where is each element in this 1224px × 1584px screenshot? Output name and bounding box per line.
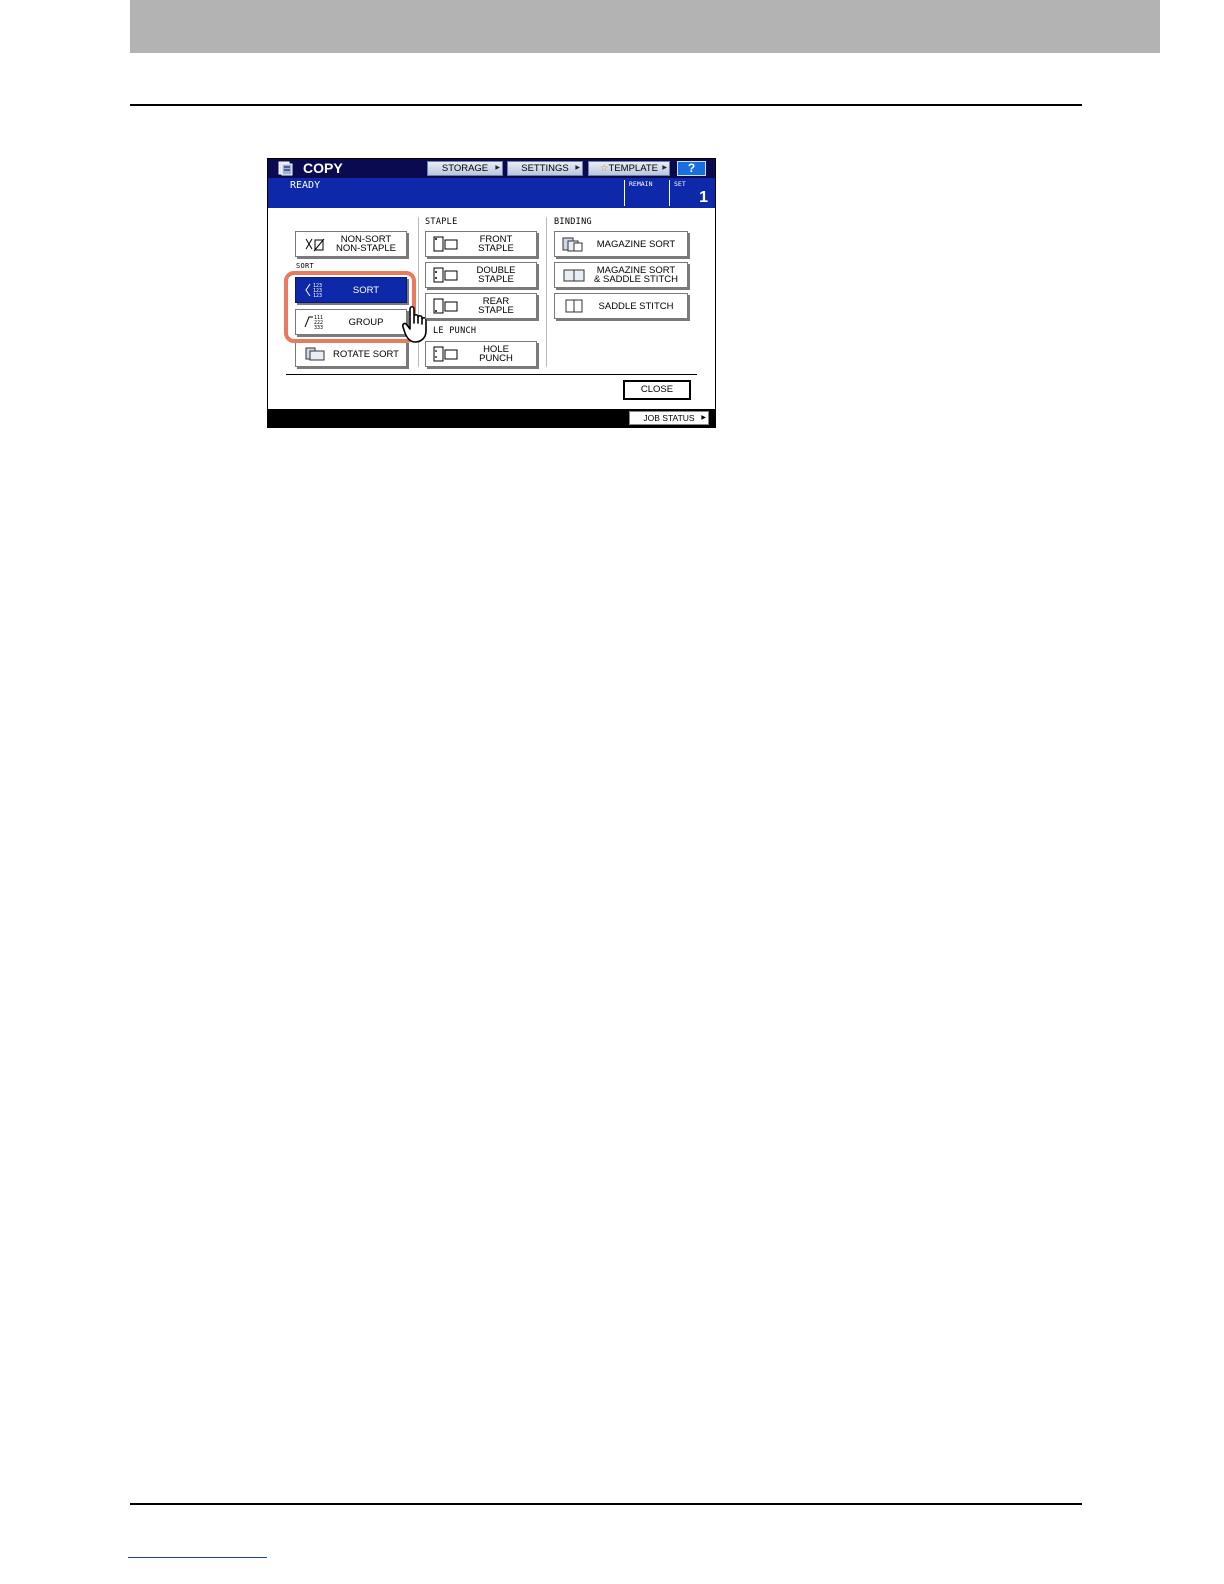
saddle-stitch-button[interactable]: SADDLE STITCH [554, 293, 688, 319]
star-icon: ☆ [600, 163, 609, 174]
front-staple-label: FRONT STAPLE [478, 234, 514, 254]
status-message: READY [290, 180, 321, 191]
rear-staple-icon [433, 298, 458, 314]
copy-touch-panel: COPY STORAGE ▶ SETTINGS ▶ ☆TEMPLATE ▶ ? … [267, 158, 716, 428]
magazine-saddle-label: MAGAZINE SORT & SADDLE STITCH [594, 265, 678, 285]
remain-label: REMAIN [629, 180, 653, 188]
arrow-icon: ▶ [575, 165, 580, 171]
window-title: COPY [303, 160, 343, 176]
magazine-sort-saddle-stitch-button[interactable]: MAGAZINE SORT & SADDLE STITCH [554, 262, 688, 288]
storage-button[interactable]: STORAGE ▶ [427, 161, 503, 176]
staple-section-label: STAPLE [425, 217, 458, 227]
double-staple-label: DOUBLE STAPLE [476, 265, 516, 285]
set-count: 1 [699, 189, 708, 206]
footer-link-underline[interactable] [128, 1557, 267, 1558]
divider [546, 217, 547, 367]
job-status-label: JOB STATUS [643, 413, 695, 423]
selection-highlight [284, 271, 416, 343]
open-book-icon [565, 299, 583, 313]
magazine-sort-label: MAGAZINE SORT [596, 238, 676, 250]
rear-staple-label: REAR STAPLE [478, 296, 514, 316]
non-sort-label: NON-SORT NON-STAPLE [335, 234, 396, 254]
title-bar: COPY STORAGE ▶ SETTINGS ▶ ☆TEMPLATE ▶ ? [268, 159, 715, 178]
hole-punch-section-label: LE PUNCH [433, 326, 477, 336]
rotate-sort-icon [305, 347, 325, 361]
footer-rule [130, 1503, 1082, 1505]
template-label: TEMPLATE [608, 163, 658, 174]
booklet-icon [563, 269, 585, 282]
job-status-button[interactable]: JOB STATUS ▶ [629, 411, 709, 425]
magazine-sort-button[interactable]: MAGAZINE SORT [554, 231, 688, 257]
sort-section-label: SORT [296, 262, 315, 270]
footer-divider [286, 374, 697, 375]
magazine-sort-icon [562, 237, 583, 252]
arrow-icon: ▶ [701, 415, 706, 421]
binding-section-label: BINDING [554, 217, 592, 227]
hole-punch-label: HOLE PUNCH [479, 344, 513, 364]
hole-punch-button[interactable]: HOLE PUNCH [425, 341, 537, 367]
set-label: SET [674, 180, 686, 188]
settings-button[interactable]: SETTINGS ▶ [507, 161, 583, 176]
page-header-band [130, 0, 1160, 53]
remain-box: REMAIN [624, 180, 669, 206]
rotate-sort-label: ROTATE SORT [333, 348, 399, 360]
arrow-icon: ▶ [495, 165, 500, 171]
template-button[interactable]: ☆TEMPLATE ▶ [588, 161, 670, 176]
close-button[interactable]: CLOSE [623, 380, 691, 400]
double-staple-icon [433, 267, 458, 283]
hole-punch-icon [433, 346, 458, 362]
rotate-sort-button[interactable]: ROTATE SORT [295, 341, 407, 367]
copier-icon [278, 161, 293, 176]
front-staple-button[interactable]: FRONT STAPLE [425, 231, 537, 257]
settings-label: SETTINGS [521, 163, 569, 174]
arrow-icon: ▶ [662, 165, 667, 171]
non-sort-icon [305, 238, 325, 252]
non-sort-non-staple-button[interactable]: NON-SORT NON-STAPLE [295, 231, 407, 257]
set-count-box: SET 1 [669, 180, 715, 206]
header-rule [130, 104, 1082, 106]
status-bar: READY REMAIN SET 1 [268, 178, 715, 208]
saddle-stitch-label: SADDLE STITCH [598, 300, 674, 312]
double-staple-button[interactable]: DOUBLE STAPLE [425, 262, 537, 288]
help-button[interactable]: ? [677, 161, 706, 176]
storage-label: STORAGE [441, 163, 489, 174]
front-staple-icon [433, 236, 458, 252]
rear-staple-button[interactable]: REAR STAPLE [425, 293, 537, 319]
